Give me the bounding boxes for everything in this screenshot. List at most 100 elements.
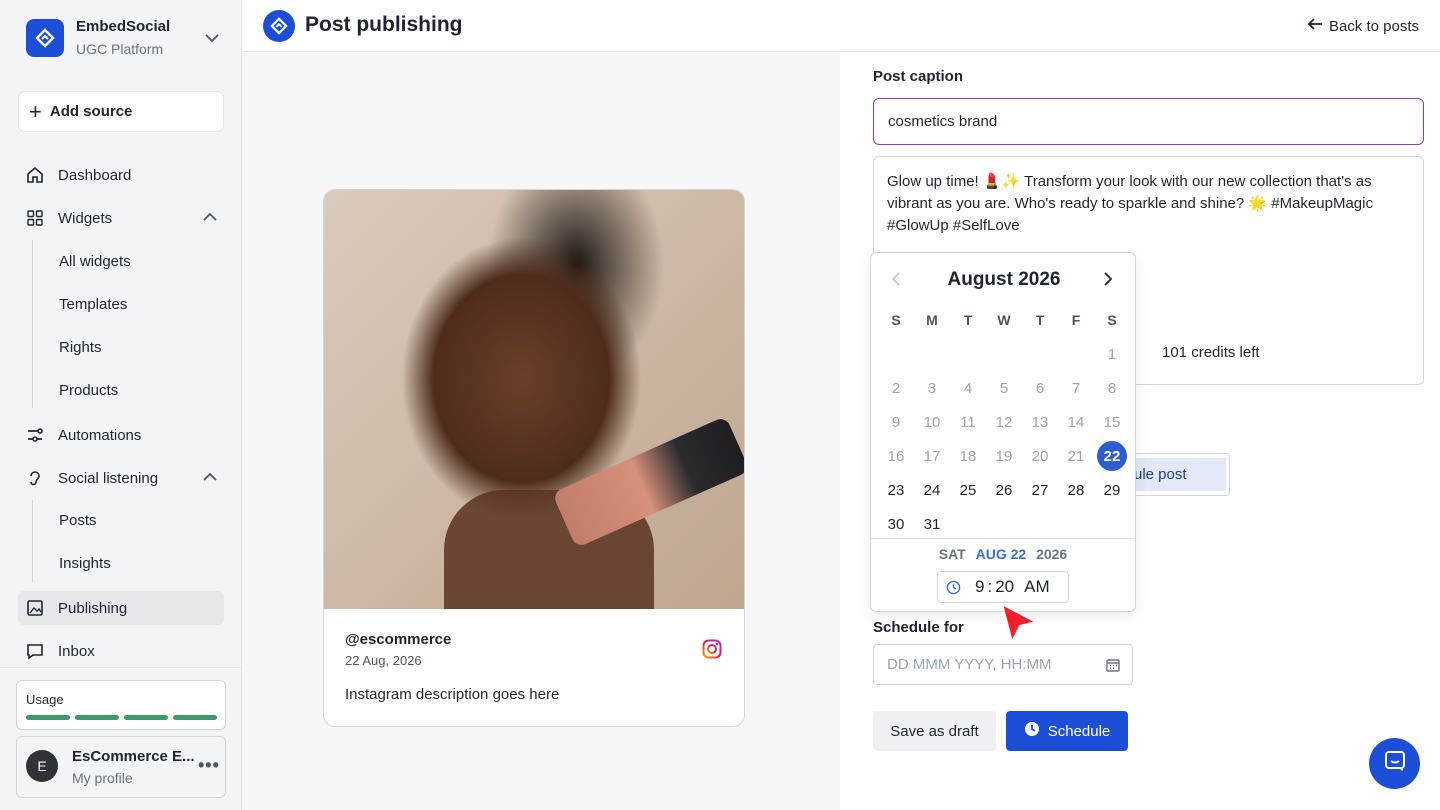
calendar-day-12: 12 [995, 413, 1013, 431]
selected-year: 2026 [1036, 546, 1068, 562]
calendar-day-11: 11 [960, 413, 976, 431]
page-title: Post publishing [305, 13, 463, 36]
plus-icon: + [29, 98, 42, 124]
ampm-field[interactable]: AM [1024, 577, 1050, 597]
save-as-draft-button[interactable]: Save as draft [873, 711, 996, 751]
page-header: Post publishing Back to posts [242, 0, 1440, 52]
calendar-day-8: 8 [1107, 379, 1117, 397]
calendar-day-28[interactable]: 28 [1058, 473, 1094, 507]
calendar-day-30[interactable]: 30 [878, 507, 914, 541]
usage-bars [26, 715, 217, 720]
date-picker-popup: August 2026 S M T W T F S 1 2 3 4 5 6 7 8 9 10 11 12 13 14 15… [870, 252, 1136, 612]
post-description: Instagram description goes here [345, 686, 560, 703]
calendar-day-24[interactable]: 24 [914, 473, 950, 507]
credits-left: 101 credits left [1162, 344, 1260, 361]
calendar-day-20: 20 [1031, 447, 1049, 465]
calendar-day-29[interactable]: 29 [1094, 473, 1130, 507]
calendar-day-10: 10 [923, 413, 941, 431]
sidebar-item-label: Inbox [58, 642, 95, 660]
sidebar-item-social-listening[interactable]: Social listening [18, 461, 224, 495]
submenu-line [32, 240, 33, 408]
calendar-month-label: August 2026 [947, 269, 1061, 290]
sidebar-subitem-posts[interactable]: Posts [59, 512, 97, 532]
calendar-empty-cell [1058, 337, 1094, 371]
calendar-day-13: 13 [1031, 413, 1049, 431]
calendar-day-14: 14 [1067, 413, 1085, 431]
sidebar: EmbedSocial UGC Platform + Add source Da… [0, 0, 242, 810]
calendar-day-23[interactable]: 23 [878, 473, 914, 507]
sidebar-item-automations[interactable]: Automations [18, 418, 224, 452]
sidebar-item-label: Social listening [58, 469, 159, 487]
ear-icon [24, 467, 46, 489]
usage-label: Usage [26, 692, 64, 707]
calendar-empty-cell [914, 337, 950, 371]
post-image [324, 190, 744, 609]
embedsocial-logo-icon [26, 19, 64, 57]
sidebar-item-widgets[interactable]: Widgets [18, 201, 224, 235]
schedule-placeholder: DD MMM YYYY, HH:MM [887, 656, 1052, 673]
calendar-empty-cell [1022, 337, 1058, 371]
arrow-left-icon [1307, 17, 1323, 35]
brand-subtitle: UGC Platform [76, 41, 164, 57]
embedsocial-logo-icon [263, 10, 295, 42]
sidebar-subitem-templates[interactable]: Templates [59, 296, 127, 316]
calendar-day-26[interactable]: 26 [986, 473, 1022, 507]
support-chat-button[interactable] [1369, 738, 1420, 789]
weekday-header: W [997, 312, 1011, 328]
schedule-post-option[interactable]: ule post [1130, 453, 1230, 496]
sidebar-item-inbox[interactable]: Inbox [18, 634, 224, 668]
calendar-icon [1106, 658, 1120, 676]
calendar-day-15: 15 [1103, 413, 1121, 431]
brand-switcher[interactable]: EmbedSocial UGC Platform [26, 18, 226, 62]
brand-name: EmbedSocial [76, 18, 171, 35]
chat-icon [1383, 749, 1407, 778]
hour-field[interactable]: 9 [975, 577, 984, 597]
calendar-day-25[interactable]: 25 [950, 473, 986, 507]
calendar-grid: S M T W T F S 1 2 3 4 5 6 7 8 9 10 11 12 13 14 15 16 17 18 19 20 21… [878, 303, 1130, 541]
chevron-up-icon [202, 209, 218, 229]
chevron-down-icon [204, 30, 220, 51]
selected-date-readout: SAT AUG 22 2026 [871, 546, 1135, 562]
add-source-button[interactable]: + Add source [18, 91, 224, 132]
calendar-day-9: 9 [891, 413, 901, 431]
sidebar-subitem-insights[interactable]: Insights [59, 555, 111, 575]
profile-name: EsCommerce E... [72, 748, 195, 765]
calendar-day-1: 1 [1107, 345, 1117, 363]
weekday-header: T [963, 312, 973, 328]
calendar-empty-cell [986, 337, 1022, 371]
back-link-label: Back to posts [1328, 17, 1419, 35]
sidebar-item-label: Automations [58, 426, 142, 444]
sidebar-subitem-all-widgets[interactable]: All widgets [59, 253, 131, 273]
post-date: 22 Aug, 2026 [345, 653, 422, 668]
image-icon [24, 597, 46, 619]
sidebar-footer: Usage E EsCommerce E... My profile ••• [0, 667, 242, 810]
schedule-button-label: Schedule [1047, 722, 1111, 740]
sidebar-subitem-products[interactable]: Products [59, 382, 118, 402]
calendar-day-4: 4 [963, 379, 973, 397]
back-to-posts-link[interactable]: Back to posts [1307, 17, 1419, 35]
calendar-day-19: 19 [995, 447, 1013, 465]
calendar-day-16: 16 [887, 447, 905, 465]
sidebar-item-publishing[interactable]: Publishing [18, 591, 224, 625]
schedule-button[interactable]: Schedule [1006, 711, 1128, 751]
calendar-day-7: 7 [1071, 379, 1081, 397]
schedule-post-label: ule post [1131, 458, 1226, 491]
minute-field[interactable]: 20 [995, 577, 1014, 597]
calendar-day-22[interactable]: 22 [1094, 439, 1130, 473]
profile-card[interactable]: E EsCommerce E... My profile ••• [16, 736, 226, 798]
grid-icon [24, 207, 46, 229]
sidebar-item-dashboard[interactable]: Dashboard [18, 158, 224, 192]
calendar-day-31[interactable]: 31 [914, 507, 950, 541]
calendar-day-27[interactable]: 27 [1022, 473, 1058, 507]
weekday-header: S [891, 312, 901, 328]
usage-card[interactable]: Usage [16, 680, 226, 730]
calendar-day-21: 21 [1067, 447, 1085, 465]
caption-prompt-input[interactable]: cosmetics brand [873, 98, 1424, 145]
chevron-right-icon[interactable] [1101, 271, 1115, 292]
post-username: @escommerce [345, 631, 452, 648]
calendar-day-5: 5 [999, 379, 1009, 397]
sidebar-item-label: Publishing [58, 599, 128, 617]
more-icon[interactable]: ••• [198, 755, 220, 776]
sidebar-subitem-rights[interactable]: Rights [59, 339, 102, 359]
time-input[interactable]: 9 : 20 AM [937, 571, 1069, 603]
